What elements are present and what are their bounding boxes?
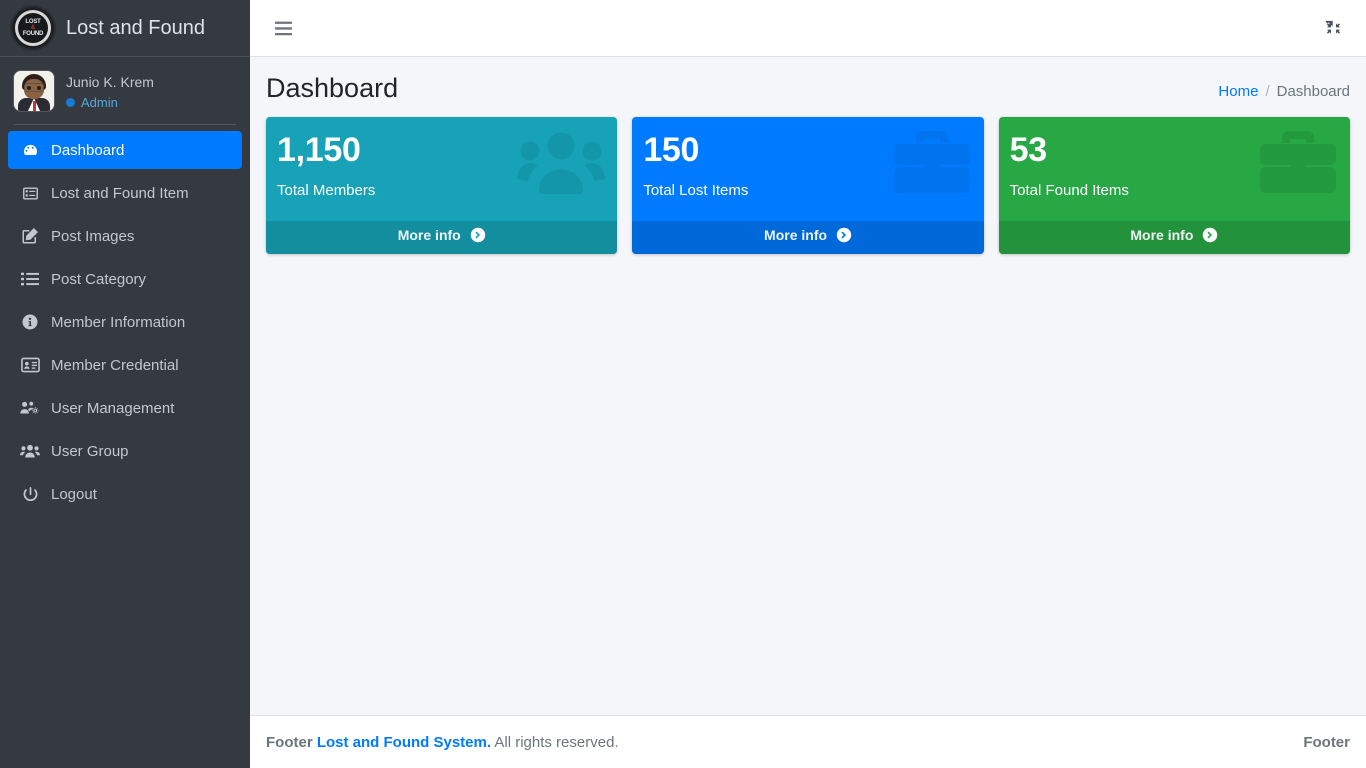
arrow-circle-right-icon bbox=[1202, 227, 1218, 246]
user-role: Admin bbox=[66, 95, 154, 110]
page-title: Dashboard bbox=[266, 73, 399, 103]
stat-card-more-info-link[interactable]: More info bbox=[632, 221, 984, 254]
users-icon bbox=[20, 442, 40, 460]
lost-and-found-logo-icon: LOST & FOUND bbox=[12, 7, 54, 49]
stat-card-value: 53 bbox=[1009, 131, 1048, 169]
sidebar-item-lost-and-found-item[interactable]: Lost and Found Item bbox=[8, 174, 242, 212]
top-navbar bbox=[250, 0, 1366, 57]
sidebar-item-label: User Group bbox=[51, 442, 129, 460]
breadcrumb-current: Dashboard bbox=[1276, 83, 1350, 100]
breadcrumb-separator: / bbox=[1265, 83, 1270, 100]
users-cog-icon bbox=[20, 399, 40, 417]
sidebar-item-label: Member Credential bbox=[51, 356, 179, 374]
brand-header[interactable]: LOST & FOUND Lost and Found bbox=[0, 0, 250, 57]
sidebar-item-logout[interactable]: Logout bbox=[8, 475, 242, 513]
power-off-icon bbox=[20, 485, 40, 503]
sidebar-item-label: Post Category bbox=[51, 270, 147, 288]
user-role-label: Admin bbox=[81, 94, 118, 110]
edit-pencil-square-icon bbox=[20, 227, 40, 245]
arrow-circle-right-icon bbox=[470, 227, 486, 246]
sidebar-nav: Dashboard Lost and Found Item Post Image… bbox=[0, 125, 250, 513]
footer-brand-link[interactable]: Lost and Found System. bbox=[317, 734, 491, 751]
breadcrumb-home[interactable]: Home bbox=[1218, 83, 1258, 100]
arrow-circle-right-icon bbox=[836, 227, 852, 246]
footer-rights: All rights reserved. bbox=[494, 733, 619, 751]
footer-right-label: Footer bbox=[1303, 733, 1350, 751]
list-alt-icon bbox=[20, 184, 40, 202]
content-header: Dashboard Home / Dashboard bbox=[250, 57, 1366, 117]
tachometer-dashboard-icon bbox=[20, 141, 40, 159]
stat-cards-row: 1,150 Total Members More info 150 Total … bbox=[250, 117, 1366, 254]
stat-card-total-lost-items[interactable]: 150 Total Lost Items More info bbox=[632, 117, 984, 254]
hamburger-menu-icon[interactable] bbox=[266, 12, 300, 44]
sidebar-item-label: Member Information bbox=[51, 313, 186, 331]
sidebar-item-member-information[interactable]: Member Information bbox=[8, 303, 242, 341]
user-name[interactable]: Junio K. Krem bbox=[66, 73, 154, 91]
sidebar-item-member-credential[interactable]: Member Credential bbox=[8, 346, 242, 384]
stat-card-label: Total Lost Items bbox=[643, 182, 749, 199]
footer-prefix: Footer bbox=[266, 733, 313, 751]
stat-card-total-found-items[interactable]: 53 Total Found Items More info bbox=[998, 117, 1350, 254]
sidebar-item-label: User Management bbox=[51, 399, 175, 417]
sidebar: LOST & FOUND Lost and Found Junio K. Kre… bbox=[0, 0, 250, 768]
stat-card-value: 150 bbox=[643, 131, 700, 169]
stat-card-body: 150 Total Lost Items bbox=[632, 117, 983, 221]
list-ul-icon bbox=[20, 270, 40, 288]
more-info-label: More info bbox=[764, 227, 828, 243]
stat-card-label: Total Found Items bbox=[1009, 182, 1129, 199]
more-info-label: More info bbox=[1130, 227, 1194, 243]
sidebar-item-label: Logout bbox=[51, 485, 97, 503]
stat-card-body: 53 Total Found Items bbox=[999, 117, 1350, 221]
stat-card-more-info-link[interactable]: More info bbox=[998, 221, 1350, 254]
stat-card-body: 1,150 Total Members bbox=[266, 117, 617, 221]
sidebar-item-label: Post Images bbox=[51, 227, 135, 245]
sidebar-item-user-group[interactable]: User Group bbox=[8, 432, 242, 470]
dashboard-page: LOST & FOUND Lost and Found Junio K. Kre… bbox=[0, 0, 1366, 768]
sidebar-item-post-images[interactable]: Post Images bbox=[8, 217, 242, 255]
avatar bbox=[14, 71, 54, 111]
sidebar-item-label: Dashboard bbox=[51, 141, 125, 159]
more-info-label: More info bbox=[397, 227, 461, 243]
sidebar-item-label: Lost and Found Item bbox=[51, 184, 189, 202]
info-circle-icon bbox=[20, 313, 40, 331]
main-content: Dashboard Home / Dashboard 1,150 Total M… bbox=[250, 0, 1366, 768]
brand-title: Lost and Found bbox=[66, 16, 205, 39]
breadcrumb: Home / Dashboard bbox=[1218, 71, 1350, 100]
stat-card-label: Total Members bbox=[277, 182, 376, 199]
sidebar-item-dashboard[interactable]: Dashboard bbox=[8, 131, 242, 169]
stat-card-more-info-link[interactable]: More info bbox=[266, 221, 618, 254]
page-footer: Footer Lost and Found System. All rights… bbox=[250, 715, 1366, 768]
sidebar-item-post-category[interactable]: Post Category bbox=[8, 260, 242, 298]
stat-card-value: 1,150 bbox=[277, 131, 361, 169]
footer-left: Footer Lost and Found System. All rights… bbox=[266, 734, 619, 751]
status-dot-icon bbox=[66, 97, 75, 107]
stat-card-total-members[interactable]: 1,150 Total Members More info bbox=[266, 117, 618, 254]
sidebar-item-user-management[interactable]: User Management bbox=[8, 389, 242, 427]
compress-arrows-icon[interactable] bbox=[1316, 12, 1350, 44]
logo-text-line2: FOUND bbox=[22, 31, 44, 37]
id-card-icon bbox=[20, 356, 40, 374]
user-panel: Junio K. Krem Admin bbox=[0, 57, 250, 125]
